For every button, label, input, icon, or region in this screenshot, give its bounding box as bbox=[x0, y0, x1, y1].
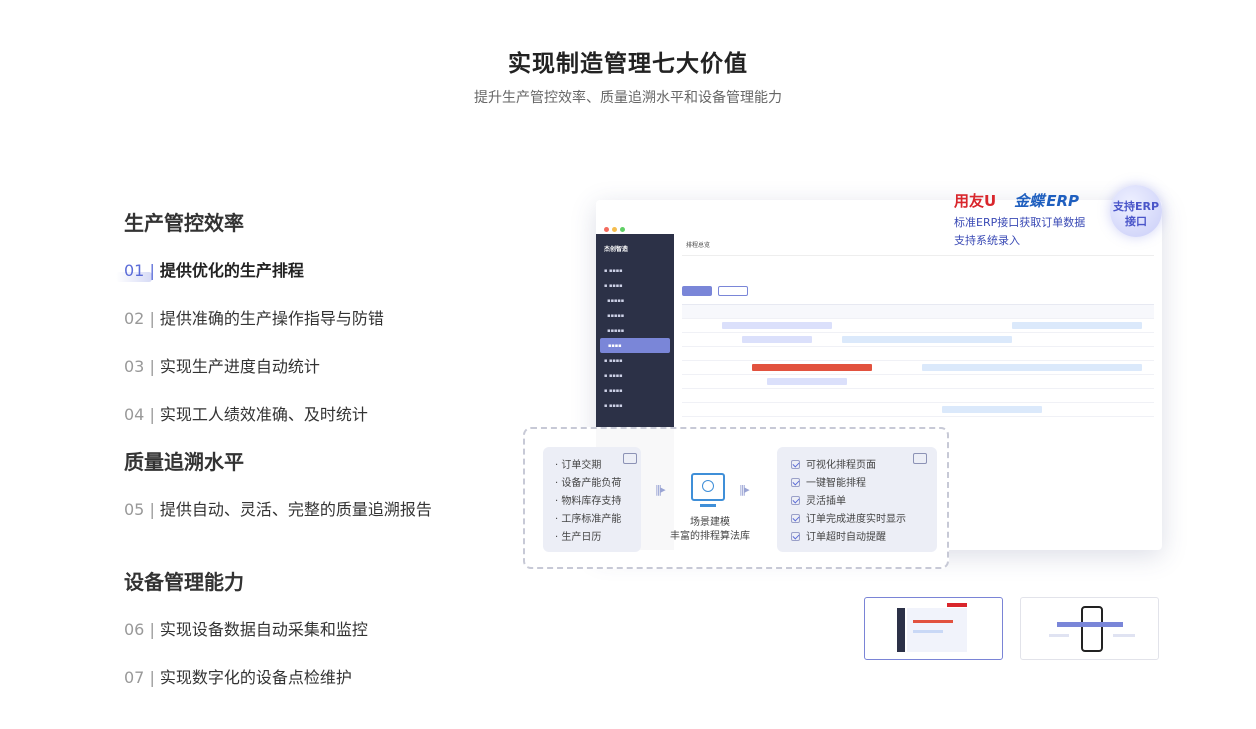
app-brand: 杰创智造 bbox=[604, 246, 629, 253]
schedule-bar bbox=[842, 336, 1012, 343]
page-subtitle: 提升生产管控效率、质量追溯水平和设备管理能力 bbox=[474, 90, 782, 106]
sidebar-item: ▪ ▪▪▪▪ bbox=[604, 358, 623, 364]
sidebar-item: ▪ ▪▪▪▪ bbox=[604, 388, 623, 394]
schedule-bar-highlight bbox=[752, 364, 872, 371]
sidebar-item: ▪▪▪▪▪ bbox=[604, 298, 625, 304]
yonyou-logo: 用友 bbox=[954, 192, 985, 210]
schedule-bar bbox=[722, 322, 832, 329]
schedule-grid bbox=[682, 304, 1154, 417]
sidebar-item: ▪ ▪▪▪▪ bbox=[604, 403, 623, 409]
item-label: 实现设备数据自动采集和监控 bbox=[159, 620, 368, 639]
group-title-production: 生产管控效率 bbox=[124, 211, 244, 235]
value-item-02[interactable]: 02 | 提供准确的生产操作指导与防错 bbox=[124, 305, 384, 329]
item-number: 02 | bbox=[124, 309, 160, 328]
schedule-bar bbox=[767, 378, 847, 385]
value-item-07[interactable]: 07 | 实现数字化的设备点检维护 bbox=[124, 664, 352, 688]
value-item-03[interactable]: 03 | 实现生产进度自动统计 bbox=[124, 353, 320, 377]
item-label: 实现工人绩效准确、及时统计 bbox=[159, 405, 368, 424]
scheduling-engine-icon bbox=[691, 473, 725, 507]
input-item: · 设备产能负荷 bbox=[555, 478, 622, 489]
monitor-icon bbox=[623, 453, 637, 464]
grid-row bbox=[682, 347, 1154, 361]
item-number: 06 | bbox=[124, 620, 160, 639]
output-item: 订单超时自动提醒 bbox=[791, 529, 937, 547]
erp-support-badge: 支持ERP 接口 bbox=[1110, 185, 1162, 237]
item-number: 01 | bbox=[124, 261, 160, 280]
upload-monitor-icon bbox=[913, 453, 927, 464]
badge-line: 接口 bbox=[1125, 215, 1147, 228]
check-icon bbox=[791, 478, 800, 487]
output-item: 一键智能排程 bbox=[791, 475, 937, 493]
erp-feature-2: 支持系统录入 bbox=[954, 234, 1020, 247]
page: 实现制造管理七大价值 提升生产管控效率、质量追溯水平和设备管理能力 生产管控效率… bbox=[0, 0, 1256, 729]
item-number: 05 | bbox=[124, 500, 160, 519]
item-label: 提供准确的生产操作指导与防错 bbox=[159, 309, 384, 328]
value-item-05[interactable]: 05 | 提供自动、灵活、完整的质量追溯报告 bbox=[124, 496, 432, 520]
check-icon bbox=[791, 514, 800, 523]
engine-label: 场景建模 bbox=[690, 517, 730, 528]
item-number: 07 | bbox=[124, 668, 160, 687]
toolbar-button bbox=[682, 286, 712, 296]
thumbnail-mobile[interactable] bbox=[1020, 597, 1159, 660]
item-label: 提供优化的生产排程 bbox=[159, 261, 304, 280]
group-title-quality: 质量追溯水平 bbox=[124, 450, 244, 474]
value-item-04[interactable]: 04 | 实现工人绩效准确、及时统计 bbox=[124, 401, 368, 425]
toolbar-button bbox=[718, 286, 748, 296]
badge-line: 支持ERP bbox=[1112, 200, 1160, 213]
schedule-bar bbox=[742, 336, 812, 343]
scheduling-card: · 订单交期 · 设备产能负荷 · 物料库存支持 · 工序标准产能 · 生产日历… bbox=[523, 427, 949, 569]
item-label: 实现数字化的设备点检维护 bbox=[159, 668, 352, 687]
item-number: 03 | bbox=[124, 357, 160, 376]
item-label: 实现生产进度自动统计 bbox=[159, 357, 320, 376]
grid-header bbox=[682, 305, 1154, 319]
erp-logos: 用友U 金蝶 ERP bbox=[954, 190, 1079, 211]
input-item: · 物料库存支持 bbox=[555, 496, 622, 507]
grid-row bbox=[682, 319, 1154, 333]
sidebar-item: ▪ ▪▪▪▪ bbox=[604, 283, 623, 289]
sidebar-item: ▪▪▪▪▪ bbox=[604, 328, 625, 334]
app-toolbar bbox=[682, 286, 1154, 296]
grid-row bbox=[682, 403, 1154, 417]
sidebar-item: ▪▪▪▪▪ bbox=[604, 313, 625, 319]
thumbnail-scheduling[interactable] bbox=[864, 597, 1003, 660]
schedule-bar bbox=[1012, 322, 1142, 329]
yonyou-logo-mark: U bbox=[984, 192, 997, 210]
kingdee-logo: 金蝶 bbox=[1014, 192, 1045, 210]
sidebar-item: ▪ ▪▪▪▪ bbox=[604, 268, 623, 274]
check-icon bbox=[791, 532, 800, 541]
output-panel: 可视化排程页面 一键智能排程 灵活插单 订单完成进度实时显示 订单超时自动提醒 bbox=[777, 447, 937, 552]
app-breadcrumb: 排程总览 bbox=[682, 234, 1154, 256]
input-item: · 生产日历 bbox=[555, 532, 602, 543]
kingdee-logo-erp: ERP bbox=[1046, 192, 1080, 210]
sidebar-item-active: ▪▪▪▪ bbox=[600, 338, 670, 353]
engine-sublabel: 丰富的排程算法库 bbox=[670, 531, 750, 542]
output-item: 订单完成进度实时显示 bbox=[791, 511, 937, 529]
output-item: 灵活插单 bbox=[791, 493, 937, 511]
grid-row bbox=[682, 361, 1154, 375]
value-item-01[interactable]: 01 | 提供优化的生产排程 bbox=[124, 257, 304, 281]
schedule-bar bbox=[922, 364, 1142, 371]
sidebar-item: ▪ ▪▪▪▪ bbox=[604, 373, 623, 379]
item-label: 提供自动、灵活、完整的质量追溯报告 bbox=[159, 500, 432, 519]
schedule-bar bbox=[942, 406, 1042, 413]
value-item-06[interactable]: 06 | 实现设备数据自动采集和监控 bbox=[124, 616, 368, 640]
group-title-equipment: 设备管理能力 bbox=[124, 570, 244, 594]
flow-arrows-icon: |||▸ bbox=[655, 483, 666, 496]
grid-row bbox=[682, 333, 1154, 347]
check-icon bbox=[791, 460, 800, 469]
item-number: 04 | bbox=[124, 405, 160, 424]
page-title: 实现制造管理七大价值 bbox=[508, 51, 748, 77]
input-panel: · 订单交期 · 设备产能负荷 · 物料库存支持 · 工序标准产能 · 生产日历 bbox=[543, 447, 641, 552]
erp-feature-1: 标准ERP接口获取订单数据 bbox=[954, 216, 1086, 229]
grid-row bbox=[682, 389, 1154, 403]
flow-arrows-icon: |||▸ bbox=[739, 483, 750, 496]
input-item: · 工序标准产能 bbox=[555, 514, 622, 525]
grid-row bbox=[682, 375, 1154, 389]
check-icon bbox=[791, 496, 800, 505]
